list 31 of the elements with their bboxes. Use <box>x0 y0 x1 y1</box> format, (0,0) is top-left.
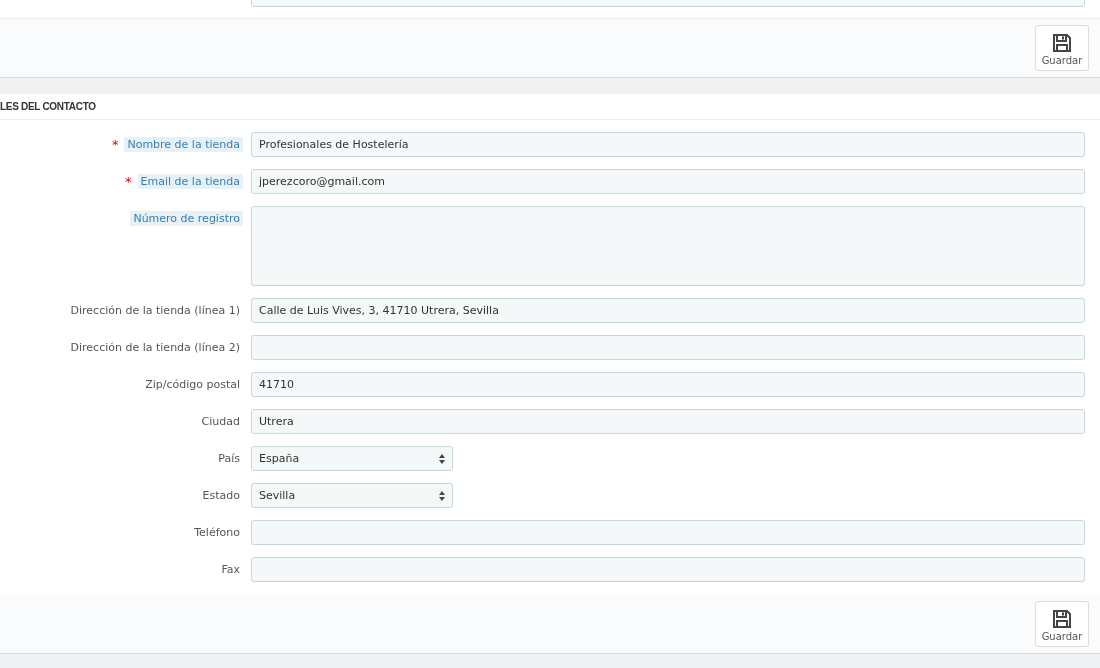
field-label: Dirección de la tienda (línea 2) <box>69 340 241 355</box>
updown-icon <box>439 453 445 464</box>
text-field[interactable]: Utrera <box>251 409 1085 434</box>
field-label: Fax <box>220 562 241 577</box>
field-label: Nombre de la tienda <box>124 137 243 152</box>
text-field[interactable]: jperezcoro@gmail.com <box>251 169 1085 194</box>
text-field[interactable] <box>251 335 1085 360</box>
save-button[interactable]: Guardar <box>1035 601 1089 647</box>
text-field[interactable]: Calle de Luis Vives, 3, 41710 Utrera, Sevilla <box>251 298 1085 323</box>
save-button[interactable]: Guardar <box>1035 25 1089 71</box>
required-asterisk: * <box>125 174 132 189</box>
field-label: Dirección de la tienda (línea 1) <box>69 303 241 318</box>
field-label: Zip/código postal <box>144 377 241 392</box>
select-field[interactable]: España <box>251 446 453 471</box>
field-label: Teléfono <box>193 525 241 540</box>
text-field[interactable]: 41710 <box>251 372 1085 397</box>
field-label: Número de registro <box>130 211 243 226</box>
field-label: País <box>217 451 241 466</box>
text-field[interactable] <box>251 520 1085 545</box>
field-label: Email de la tienda <box>137 174 243 189</box>
required-asterisk: * <box>111 137 119 152</box>
save-icon <box>1052 608 1072 629</box>
select-field[interactable]: Sevilla <box>251 483 453 508</box>
field-label: Ciudad <box>200 414 241 429</box>
updown-icon <box>439 490 445 501</box>
field-label: Estado <box>201 488 241 503</box>
text-field[interactable]: Profesionales de Hostelería <box>251 132 1085 157</box>
save-icon <box>1052 32 1072 53</box>
section-heading: LES DEL CONTACTO <box>0 101 96 112</box>
text-field[interactable] <box>251 557 1085 582</box>
text-area[interactable] <box>251 206 1085 286</box>
